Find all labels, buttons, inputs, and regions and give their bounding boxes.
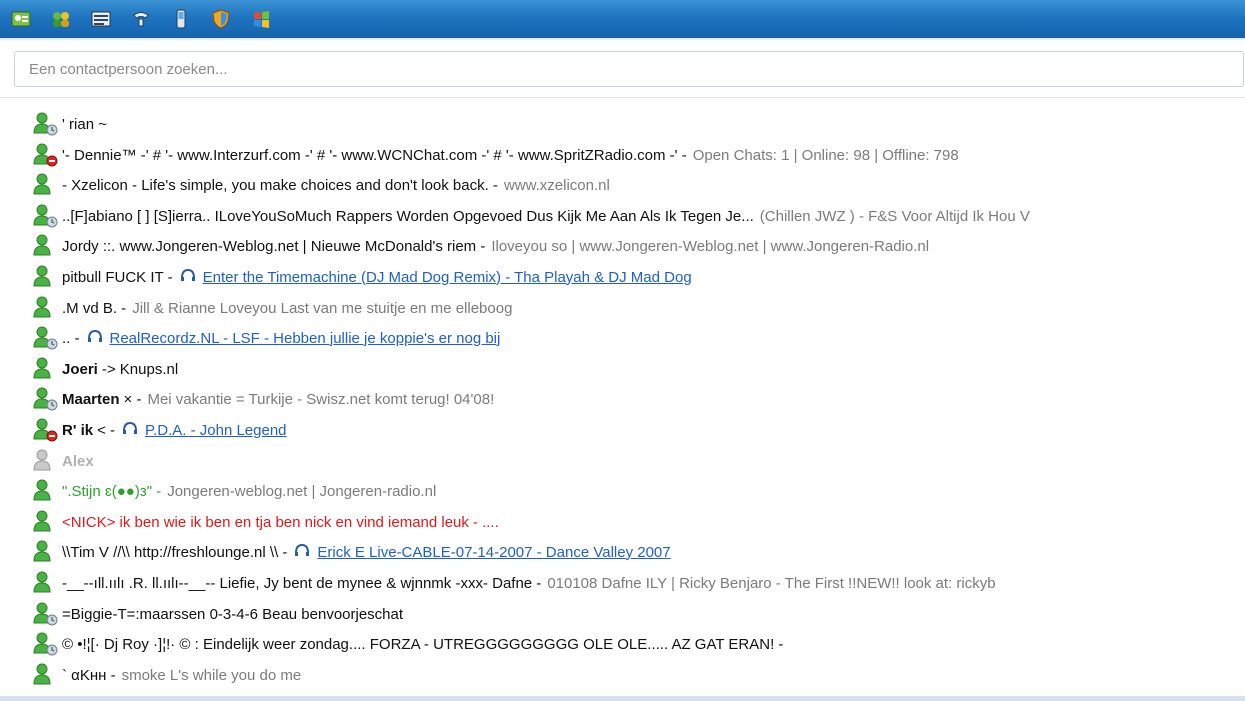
headphones-icon	[122, 421, 138, 439]
contact-row[interactable]: -__--ıll.ıılı .R. ll.ıılı--__-- Liefie, …	[32, 568, 1245, 598]
avatar-away-icon	[32, 631, 62, 657]
avatar-away-icon	[32, 386, 62, 412]
avatar-away-icon	[32, 601, 62, 627]
now-playing-link[interactable]: RealRecordz.NL - LSF - Hebben jullie je …	[110, 330, 501, 347]
top-toolbar	[0, 0, 1245, 39]
contact-row[interactable]: pitbull FUCK IT - Enter the Timemachine (…	[32, 262, 1245, 292]
avatar-online-icon	[32, 172, 62, 198]
contact-name: Maarten	[62, 390, 120, 408]
contact-name-suffix: - ....	[472, 513, 499, 531]
windows-flag-icon[interactable]	[250, 8, 272, 30]
now-playing-link[interactable]: P.D.A. - John Legend	[145, 422, 287, 439]
avatar-online-icon	[32, 233, 62, 259]
contact-row[interactable]: '- Dennie™ -' # '- www.Interzurf.com -' …	[32, 140, 1245, 170]
contact-name: ..[F]abiano [ ] [S]ierra.. ILoveYouSoMuc…	[62, 207, 754, 225]
contact-row[interactable]: © •!¦[· Dj Roy ·]¦!· © : Eindelijk weer …	[32, 629, 1245, 659]
avatar-away-icon	[32, 325, 62, 351]
avatar-offline-icon	[32, 448, 62, 474]
contact-name: .M vd B. -	[62, 299, 127, 317]
headphones-icon	[294, 543, 310, 561]
contact-name: '- Dennie™ -' # '- www.Interzurf.com -' …	[62, 146, 687, 164]
contact-name: © •!¦[· Dj Roy ·]¦!· © : Eindelijk weer …	[62, 635, 784, 653]
personal-message: 010108 Dafne ILY | Ricky Benjaro - The F…	[547, 574, 996, 592]
personal-message: Mei vakantie = Turkije - Swisz.net komt …	[147, 390, 495, 408]
contact-row[interactable]: ' rian ~	[32, 109, 1245, 139]
add-contact-icon[interactable]	[50, 8, 72, 30]
contact-name: <NICK> ik ben wie ik ben en tja ben nick…	[62, 513, 469, 531]
contact-name: -__--ıll.ıılı .R. ll.ıılı--__-- Liefie, …	[62, 574, 542, 592]
contact-row[interactable]: R' ik < - P.D.A. - John Legend	[32, 415, 1245, 445]
avatar-online-icon	[32, 264, 62, 290]
contact-row[interactable]: <NICK> ik ben wie ik ben en tja ben nick…	[32, 507, 1245, 537]
search-box[interactable]	[14, 51, 1244, 87]
now-playing-link[interactable]: Erick E Live-CABLE-07-14-2007 - Dance Va…	[317, 544, 670, 561]
contact-card-icon[interactable]	[10, 8, 32, 30]
contact-list[interactable]: ' rian ~ '- Dennie™ -' # '- www.Interzurf…	[0, 86, 1245, 701]
contact-name: - Xzelicon - Life's simple, you make cho…	[62, 176, 498, 194]
avatar-online-icon	[32, 570, 62, 596]
headphones-icon	[180, 268, 196, 286]
personal-message: (Chillen JWZ ) - F&S Voor Altijd Ik Hou …	[759, 207, 1030, 225]
avatar-online-icon	[32, 295, 62, 321]
personal-message: www.xzelicon.nl	[503, 176, 610, 194]
contact-row[interactable]: =Biggie-T=:maarssen 0-3-4-6 Beau benvoor…	[32, 599, 1245, 629]
contact-row[interactable]: Maarten × - Mei vakantie = Turkije - Swisz…	[32, 384, 1245, 414]
search-input[interactable]	[15, 52, 1243, 86]
toolbar-shadow	[0, 38, 1245, 41]
contact-name: R' ik	[62, 421, 94, 439]
personal-message: Jongeren-weblog.net | Jongeren-radio.nl	[167, 482, 437, 500]
contact-name: ".Stijn ɛ(●●)з" -	[62, 482, 162, 500]
contact-name: =Biggie-T=:maarssen 0-3-4-6 Beau benvoor…	[62, 605, 404, 623]
contact-row[interactable]: Jordy ::. www.Jongeren-Weblog.net | Nieu…	[32, 231, 1245, 261]
contact-name: .. -	[62, 329, 80, 347]
personal-message: Open Chats: 1 | Online: 98 | Offline: 79…	[692, 146, 959, 164]
avatar-online-icon	[32, 478, 62, 504]
contact-row[interactable]: ".Stijn ɛ(●●)з" - Jongeren-weblog.net | J…	[32, 476, 1245, 506]
contact-row[interactable]: ` αKнн - smoke L's while you do me	[32, 660, 1245, 690]
contact-name-suffix: × -	[123, 390, 142, 408]
contact-name: Alex	[62, 452, 94, 470]
mobile-device-icon[interactable]	[170, 8, 192, 30]
now-playing-link[interactable]: Enter the Timemachine (DJ Mad Dog Remix)…	[203, 269, 692, 286]
personal-message: Iloveyou so | www.Jongeren-Weblog.net | …	[491, 237, 930, 255]
avatar-online-icon	[32, 539, 62, 565]
contact-row[interactable]: - Xzelicon - Life's simple, you make cho…	[32, 170, 1245, 200]
contact-name: pitbull FUCK IT -	[62, 268, 173, 286]
contact-row[interactable]: .M vd B. - Jill & Rianne Loveyou Last van…	[32, 293, 1245, 323]
contact-name: ` αKнн -	[62, 666, 116, 684]
contact-name-suffix: < -	[97, 421, 116, 439]
contact-row[interactable]: \\Tim V //\\ http://freshlounge.nl \\ - E…	[32, 537, 1245, 567]
avatar-away-icon	[32, 111, 62, 137]
contact-name: ' rian ~	[62, 115, 107, 133]
window-bottom-border	[0, 696, 1245, 701]
avatar-online-icon	[32, 356, 62, 382]
call-icon[interactable]	[130, 8, 152, 30]
personal-message: smoke L's while you do me	[121, 666, 302, 684]
contact-name-suffix: -> Knups.nl	[101, 360, 179, 378]
contact-row[interactable]: .. - RealRecordz.NL - LSF - Hebben jullie…	[32, 323, 1245, 353]
contact-name: \\Tim V //\\ http://freshlounge.nl \\ -	[62, 543, 288, 561]
contact-row[interactable]: Joeri -> Knups.nl	[32, 354, 1245, 384]
avatar-away-icon	[32, 203, 62, 229]
group-list-icon[interactable]	[90, 8, 112, 30]
contact-row[interactable]: ..[F]abiano [ ] [S]ierra.. ILoveYouSoMuc…	[32, 201, 1245, 231]
avatar-busy-icon	[32, 417, 62, 443]
avatar-busy-icon	[32, 142, 62, 168]
contact-name: Jordy ::. www.Jongeren-Weblog.net | Nieu…	[62, 237, 486, 255]
avatar-online-icon	[32, 662, 62, 688]
contact-name: Joeri	[62, 360, 98, 378]
headphones-icon	[87, 329, 103, 347]
avatar-online-icon	[32, 509, 62, 535]
shield-icon[interactable]	[210, 8, 232, 30]
personal-message: Jill & Rianne Loveyou Last van me stuitj…	[132, 299, 513, 317]
contact-row[interactable]: Alex	[32, 446, 1245, 476]
